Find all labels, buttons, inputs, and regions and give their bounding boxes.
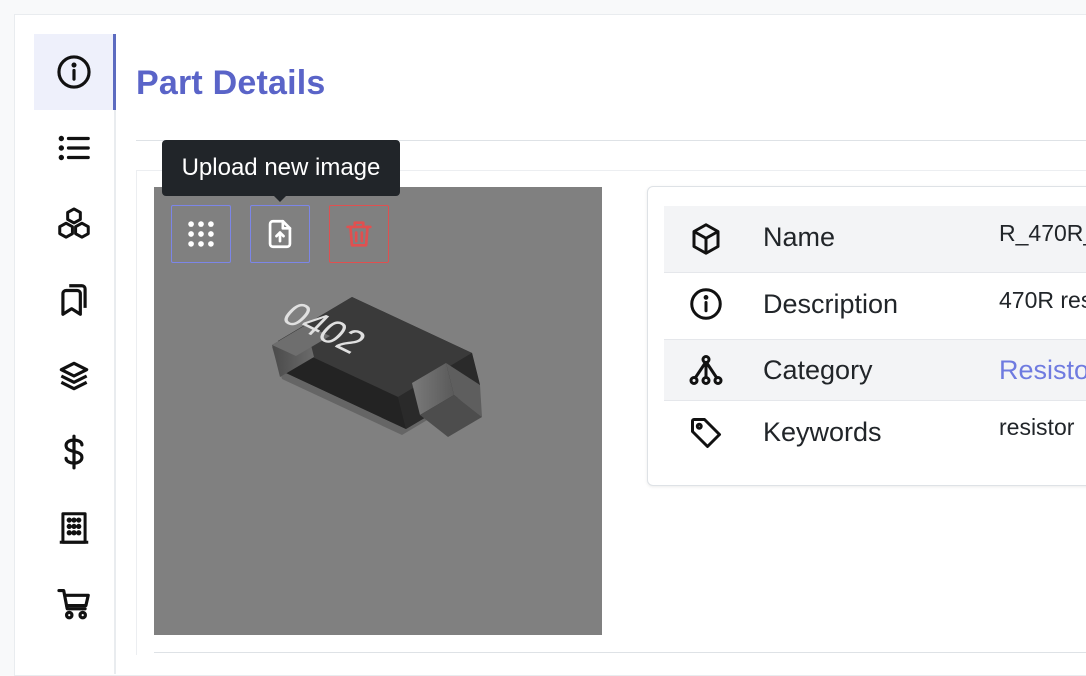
sidebar-item-info[interactable] [34, 34, 116, 110]
property-row-name: Name R_470R_ [664, 206, 1086, 273]
property-row-keywords: Keywords resistor [664, 401, 1086, 465]
list-icon [58, 135, 90, 161]
property-row-description: Description 470R res [664, 273, 1086, 340]
category-link[interactable]: Resisto [999, 355, 1086, 386]
upload-image-button[interactable] [250, 205, 310, 263]
property-label-description: Description [763, 289, 899, 319]
property-value-keywords: resistor [999, 414, 1075, 440]
sidebar-item-pricing[interactable] [34, 414, 114, 490]
upload-tooltip: Upload new image [162, 140, 400, 196]
property-label-name: Name [763, 222, 836, 252]
sidebar-item-components[interactable] [34, 186, 114, 262]
property-value-name: R_470R_ [999, 220, 1086, 246]
property-row-category: Category Resisto [664, 340, 1086, 401]
delete-image-button[interactable] [329, 205, 389, 263]
sidebar-item-bookmarks[interactable] [34, 262, 114, 338]
trash-icon [346, 221, 372, 247]
property-label-keywords: Keywords [763, 417, 882, 447]
category-tree-icon [689, 355, 723, 385]
sidebar [34, 34, 116, 674]
cart-icon [57, 588, 90, 620]
sidebar-item-companies[interactable] [34, 490, 114, 566]
tag-icon [691, 418, 721, 448]
property-label-category: Category [763, 355, 873, 385]
sidebar-item-orders[interactable] [34, 566, 114, 642]
building-icon [59, 512, 89, 544]
sidebar-item-list[interactable] [34, 110, 114, 186]
box-icon [692, 223, 720, 255]
info-circle-icon [57, 55, 91, 89]
layers-icon [59, 361, 89, 391]
file-upload-icon [268, 219, 292, 249]
info-circle-icon [690, 288, 722, 320]
sidebar-item-layers[interactable] [34, 338, 114, 414]
grid-dots-icon [188, 221, 214, 247]
page-title: Part Details [136, 64, 326, 102]
dollar-icon [64, 434, 84, 470]
move-image-button[interactable] [171, 205, 231, 263]
bookmarks-icon [61, 284, 87, 316]
tooltip-arrow [273, 195, 287, 202]
panel-bottom-divider [154, 652, 1086, 653]
cubes-icon [58, 207, 90, 239]
property-value-description: 470R res [999, 287, 1086, 313]
